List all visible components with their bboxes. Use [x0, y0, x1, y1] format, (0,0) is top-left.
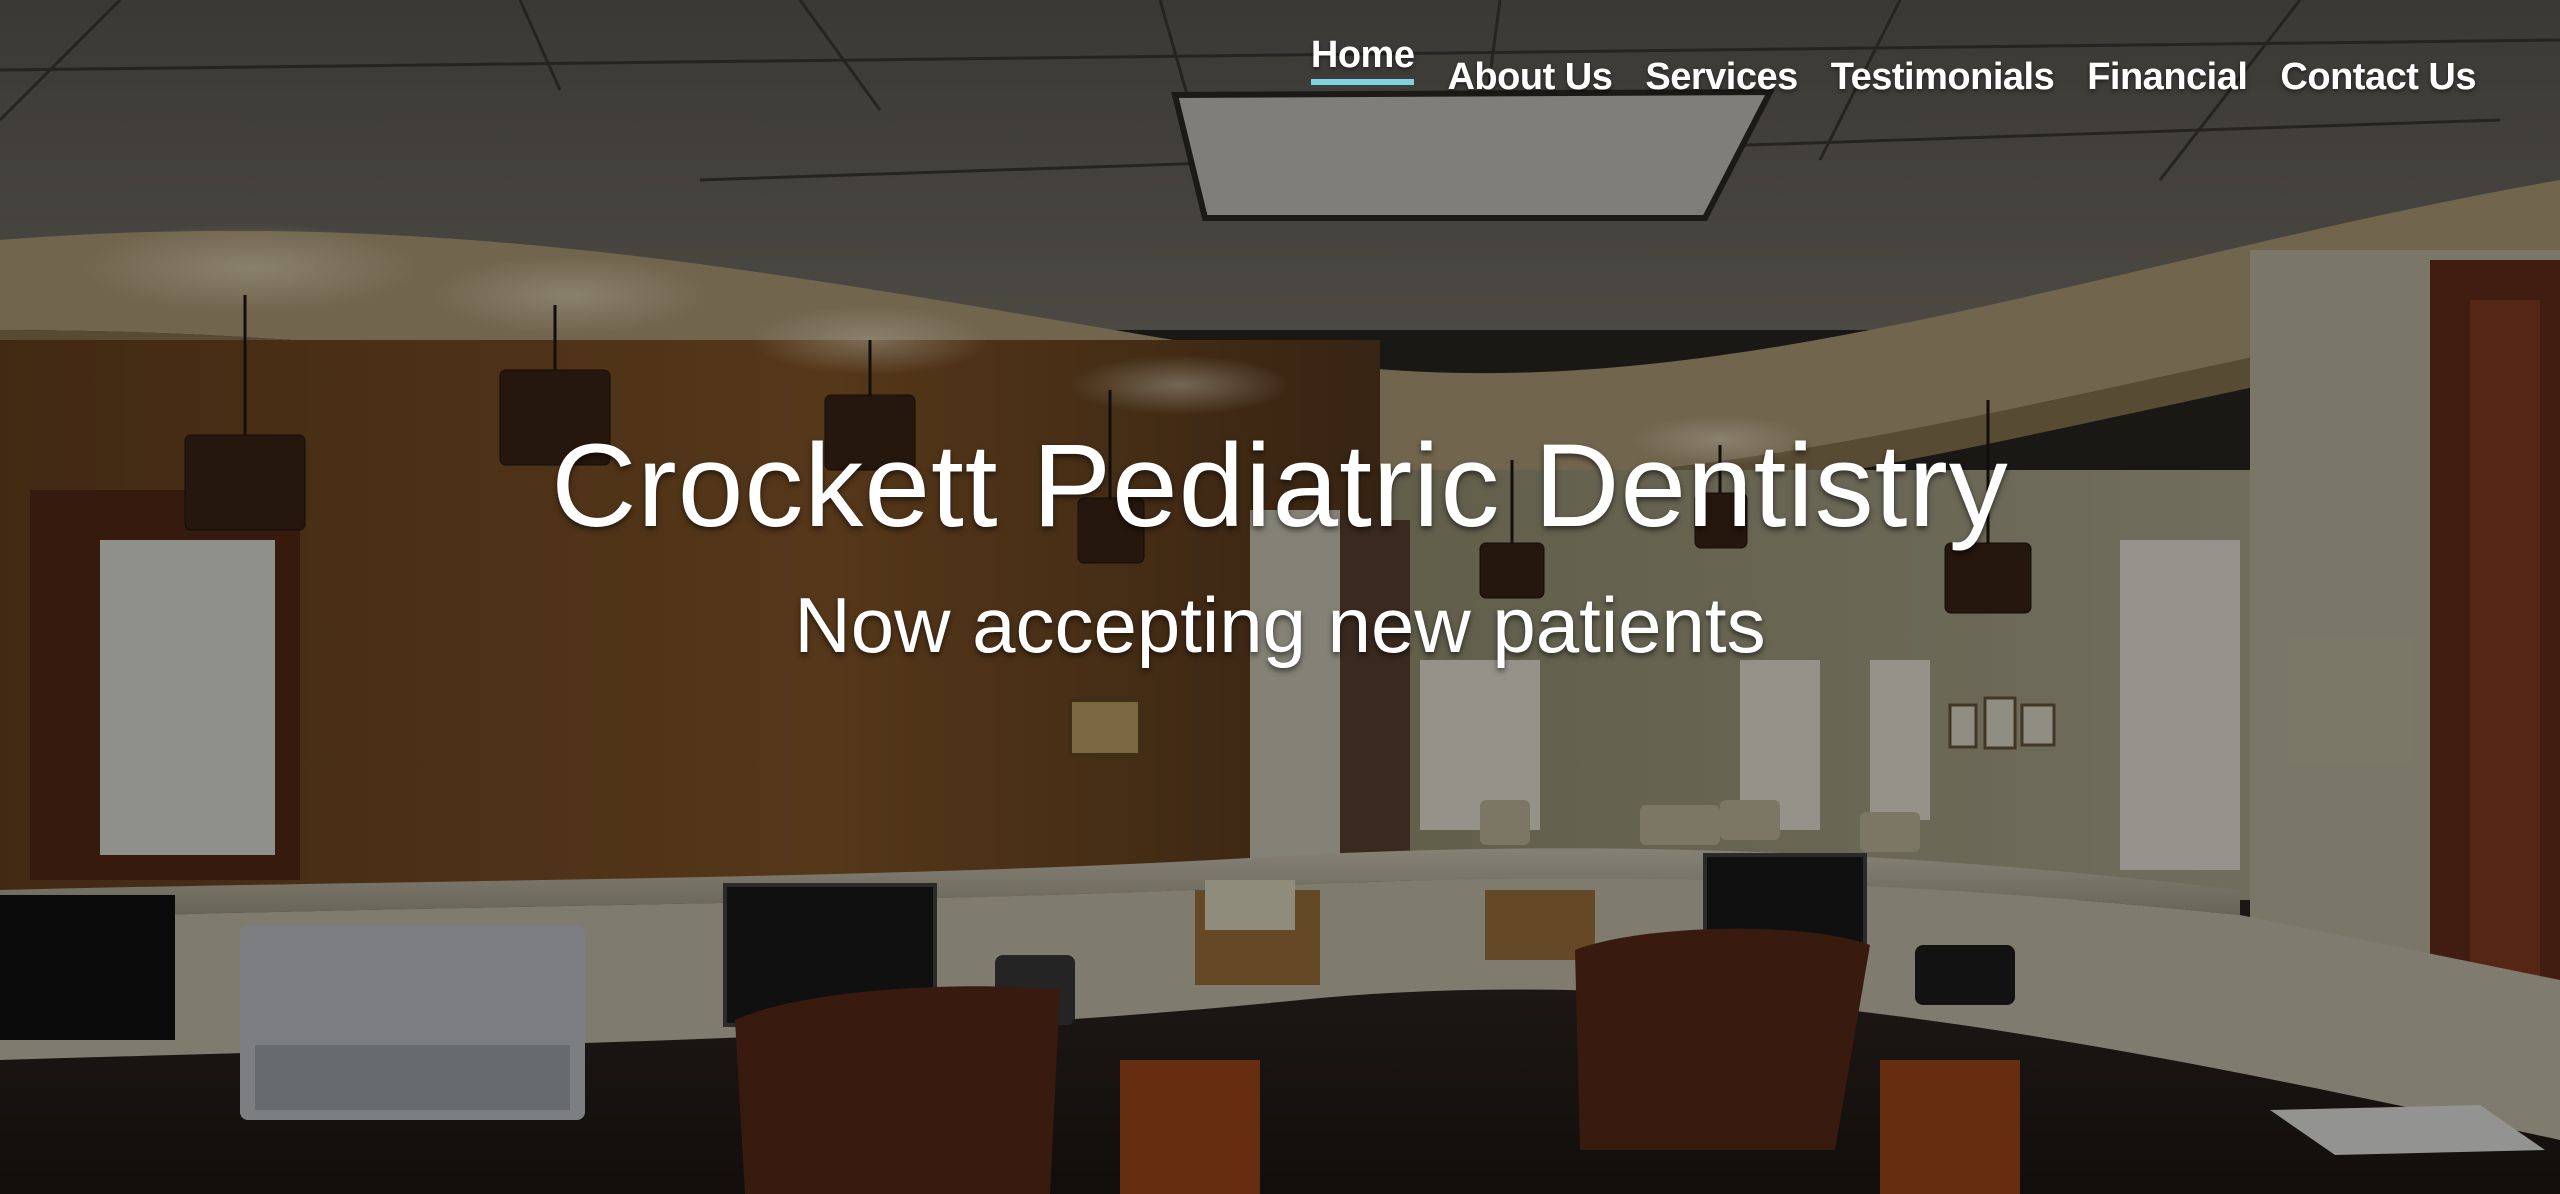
hero-section: Home About Us Services Testimonials Fina… [0, 0, 2560, 1194]
nav-services[interactable]: Services [1645, 34, 1798, 99]
hero-title: Crockett Pediatric Dentistry [551, 420, 2009, 552]
nav-financial[interactable]: Financial [2087, 34, 2248, 99]
main-navigation: Home About Us Services Testimonials Fina… [1310, 34, 2476, 99]
nav-contact-us[interactable]: Contact Us [2280, 34, 2476, 99]
hero-subtitle: Now accepting new patients [794, 581, 1766, 669]
nav-home[interactable]: Home [1310, 34, 1415, 85]
nav-about-us[interactable]: About Us [1447, 34, 1612, 99]
nav-testimonials[interactable]: Testimonials [1831, 34, 2055, 99]
